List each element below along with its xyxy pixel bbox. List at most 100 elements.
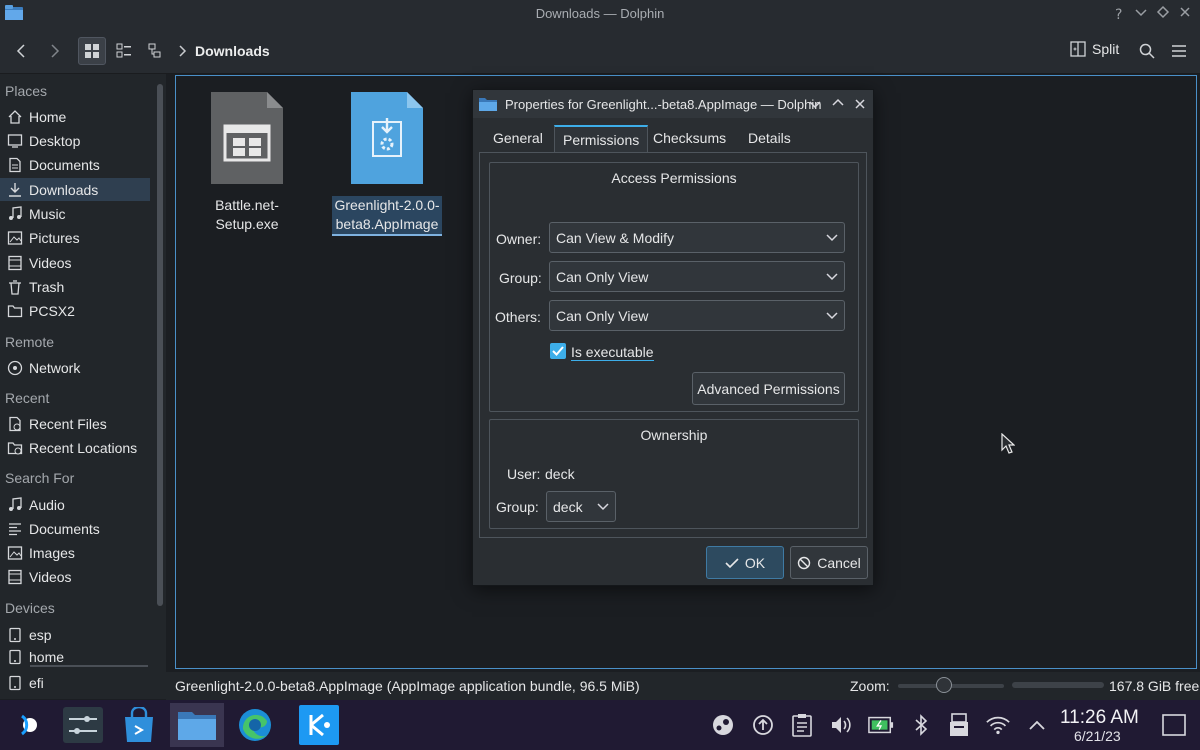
section-places: Places — [5, 83, 48, 99]
steam-deck-launcher-button[interactable] — [2, 703, 56, 747]
tab-checksums[interactable]: Checksums — [645, 125, 734, 153]
home-icon — [7, 109, 23, 125]
owner-label: Owner: — [496, 231, 542, 247]
hamburger-menu-button[interactable] — [1165, 37, 1193, 65]
details-view-icon — [148, 43, 161, 58]
dialog-close-icon[interactable] — [854, 98, 866, 110]
sidebar-item-efi[interactable]: efi — [0, 671, 150, 694]
drive-icon — [7, 627, 23, 643]
system-settings-task[interactable] — [56, 703, 110, 747]
wifi-tray-icon[interactable] — [985, 712, 1011, 738]
maximize-icon[interactable] — [1156, 5, 1174, 23]
status-bar: Greenlight-2.0.0-beta8.AppImage (AppImag… — [166, 672, 1200, 700]
file-item-greenlight[interactable]: Greenlight-2.0.0- beta8.AppImage — [332, 90, 442, 236]
others-label: Others: — [495, 309, 541, 325]
sidebar-item-images[interactable]: Images — [0, 541, 150, 564]
hamburger-icon — [1172, 45, 1186, 57]
update-tray-icon[interactable] — [750, 712, 776, 738]
trash-icon — [7, 279, 23, 295]
tab-permissions[interactable]: Permissions — [554, 125, 649, 153]
dialog-folder-icon — [478, 96, 498, 112]
section-remote: Remote — [5, 334, 55, 350]
bluetooth-tray-icon[interactable] — [908, 712, 934, 738]
sidebar-item-pictures[interactable]: Pictures — [0, 226, 150, 249]
cancel-button[interactable]: Cancel — [790, 546, 868, 579]
downloads-icon — [7, 182, 23, 198]
sidebar-item-search-documents[interactable]: Documents — [0, 517, 150, 540]
dolphin-task[interactable] — [170, 703, 224, 747]
access-permissions-title: Access Permissions — [611, 170, 737, 186]
tab-details[interactable]: Details — [740, 125, 799, 153]
sidebar-item-audio[interactable]: Audio — [0, 493, 150, 516]
edge-browser-task[interactable] — [228, 703, 282, 747]
sidebar-item-recent-locations[interactable]: Recent Locations — [0, 436, 150, 459]
cancel-icon — [798, 556, 811, 569]
pictures-icon — [7, 230, 23, 246]
show-desktop-button[interactable] — [1160, 711, 1188, 739]
window-title: Downloads — Dolphin — [535, 6, 665, 21]
others-permission-select[interactable]: Can Only View — [549, 300, 845, 331]
close-icon[interactable] — [1178, 5, 1196, 23]
status-text: Greenlight-2.0.0-beta8.AppImage (AppImag… — [175, 678, 640, 694]
sidebar-item-desktop[interactable]: Desktop — [0, 129, 150, 152]
device-usage-bar — [30, 665, 148, 667]
clipboard-tray-icon[interactable] — [789, 712, 815, 738]
videos-search-icon — [7, 569, 23, 585]
ownership-group-select[interactable]: deck — [546, 491, 616, 522]
dialog-minimize-icon[interactable] — [809, 98, 821, 110]
zoom-label: Zoom: — [850, 678, 890, 694]
sidebar-item-recent-files[interactable]: Recent Files — [0, 412, 150, 435]
sidebar-item-search-videos[interactable]: Videos — [0, 565, 150, 588]
discover-store-task[interactable] — [112, 703, 166, 747]
sidebar-item-videos[interactable]: Videos — [0, 251, 150, 274]
group-label: Group: — [499, 270, 542, 286]
chevron-down-icon — [826, 311, 838, 321]
zoom-slider-handle[interactable] — [936, 677, 952, 693]
sidebar-item-downloads[interactable]: Downloads — [0, 178, 150, 201]
minimize-icon[interactable] — [1134, 5, 1152, 23]
kde-app-task[interactable] — [292, 703, 346, 747]
owner-permission-select[interactable]: Can View & Modify — [549, 222, 845, 253]
sidebar-item-music[interactable]: Music — [0, 202, 150, 225]
sidebar-item-network[interactable]: Network — [0, 356, 150, 379]
search-button[interactable] — [1133, 37, 1161, 65]
volume-tray-icon[interactable] — [828, 712, 854, 738]
tray-expand-chevron-icon[interactable] — [1024, 712, 1050, 738]
sidebar-item-trash[interactable]: Trash — [0, 275, 150, 298]
forward-button[interactable] — [40, 37, 68, 65]
sidebar-item-pcsx2[interactable]: PCSX2 — [0, 299, 150, 322]
sidebar-item-esp[interactable]: esp — [0, 623, 150, 646]
executable-checkbox[interactable] — [550, 343, 566, 359]
compact-view-button[interactable] — [110, 37, 138, 65]
breadcrumb-downloads[interactable]: Downloads — [195, 43, 270, 59]
icons-view-button[interactable] — [78, 37, 106, 65]
ok-button[interactable]: OK — [706, 546, 784, 579]
executable-label[interactable]: Is executable — [571, 344, 654, 361]
steam-tray-icon[interactable] — [710, 712, 736, 738]
dialog-title: Properties for Greenlight...-beta8.AppIm… — [505, 97, 822, 112]
clock-time[interactable]: 11:26 AM — [1060, 707, 1139, 729]
help-icon[interactable]: ? — [1113, 5, 1131, 23]
tab-general[interactable]: General — [485, 125, 551, 153]
clock-date[interactable]: 6/21/23 — [1074, 728, 1121, 744]
search-icon — [1139, 43, 1155, 59]
file-item-battlenet[interactable]: Battle.net-Setup.exe — [184, 90, 310, 234]
dialog-maximize-icon[interactable] — [832, 97, 844, 109]
videos-icon — [7, 255, 23, 271]
main-toolbar: Downloads Split — [0, 28, 1200, 74]
dialog-titlebar: Properties for Greenlight...-beta8.AppIm… — [473, 90, 873, 118]
split-button[interactable]: Split — [1070, 41, 1119, 57]
group-permission-select[interactable]: Can Only View — [549, 261, 845, 292]
ownership-group-label: Group: — [496, 499, 539, 515]
sidebar-item-home[interactable]: Home — [0, 105, 150, 128]
battery-tray-icon[interactable] — [868, 712, 894, 738]
sidebar-item-documents[interactable]: Documents — [0, 153, 150, 176]
storage-tray-icon[interactable] — [946, 712, 972, 738]
details-view-button[interactable] — [142, 37, 170, 65]
sidebar-scrollbar[interactable] — [157, 84, 163, 606]
exe-file-icon — [209, 90, 285, 186]
advanced-permissions-button[interactable]: Advanced Permissions — [692, 372, 845, 405]
appimage-file-icon — [349, 90, 425, 186]
back-button[interactable] — [8, 37, 36, 65]
taskbar — [0, 700, 1200, 750]
